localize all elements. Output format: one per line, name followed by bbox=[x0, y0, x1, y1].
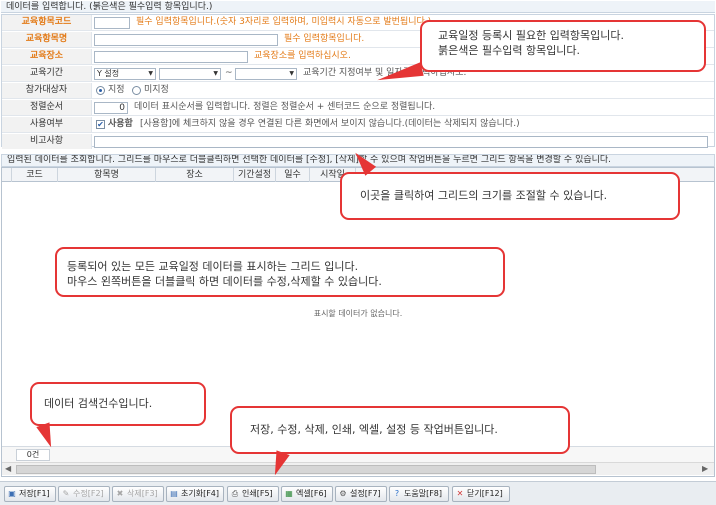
note-input[interactable] bbox=[94, 136, 708, 148]
label-note: 비고사항 bbox=[2, 134, 92, 149]
radio-unassigned-label: 미지정 bbox=[144, 85, 169, 95]
row-order: 정렬순서 0 데이터 표시순서를 입력합니다. 정렬은 정렬순서 + 센터코드 … bbox=[2, 100, 714, 116]
code-input[interactable] bbox=[94, 17, 130, 29]
callout-required-line2: 붉은색은 필수입력 항목입니다. bbox=[438, 44, 581, 57]
chevron-down-icon: ▼ bbox=[148, 70, 153, 77]
scroll-right-icon[interactable]: ▶ bbox=[702, 464, 708, 473]
hint-order: 데이터 표시순서를 입력합니다. 정렬은 정렬순서 + 센터코드 순으로 정렬됩… bbox=[134, 102, 436, 112]
callout-grid: 등록되어 있는 모든 교육일정 데이터를 표시하는 그리드 입니다. 마우스 왼… bbox=[55, 247, 505, 297]
callout-grid-line1: 등록되어 있는 모든 교육일정 데이터를 표시하는 그리드 입니다. bbox=[67, 260, 359, 273]
callout-count: 데이터 검색건수입니다. bbox=[30, 382, 206, 426]
period-start-select[interactable]: ▼ bbox=[159, 68, 221, 80]
print-button-label: 인쇄[F5] bbox=[242, 489, 273, 498]
trash-icon: ✖ bbox=[116, 489, 124, 498]
hint-place: 교육장소를 입력하십시오. bbox=[254, 51, 351, 61]
column-header-code[interactable]: 코드 bbox=[12, 168, 58, 182]
column-header-place[interactable]: 장소 bbox=[156, 168, 234, 182]
callout-buttons: 저장, 수정, 삭제, 인쇄, 엑셀, 설정 등 작업버튼입니다. bbox=[230, 406, 570, 454]
edit-button-label: 수정[F2] bbox=[73, 489, 104, 498]
pencil-icon: ✎ bbox=[62, 489, 70, 498]
scroll-left-icon[interactable]: ◀ bbox=[5, 464, 11, 473]
horizontal-scrollbar[interactable]: ◀ ▶ bbox=[2, 462, 714, 475]
label-code: 교육항목코드 bbox=[2, 15, 92, 30]
floppy-disk-icon: ▣ bbox=[8, 489, 16, 498]
grid-resize-handle[interactable] bbox=[300, 149, 314, 153]
chevron-down-icon: ▼ bbox=[213, 70, 218, 77]
period-type-value: Y 설정 bbox=[97, 69, 120, 78]
label-target: 참가대상자 bbox=[2, 83, 92, 98]
name-input[interactable] bbox=[94, 34, 278, 46]
callout-resize: 이곳을 클릭하여 그리드의 크기를 조절할 수 있습니다. bbox=[340, 172, 680, 220]
period-end-select[interactable]: ▼ bbox=[235, 68, 297, 80]
reset-button-label: 초기화[F4] bbox=[181, 489, 220, 498]
edit-button[interactable]: ✎ 수정[F2] bbox=[58, 486, 110, 502]
row-target: 참가대상자 지정 미지정 bbox=[2, 83, 714, 99]
print-button[interactable]: ⎙ 인쇄[F5] bbox=[227, 486, 279, 502]
record-count: 0건 bbox=[16, 449, 50, 461]
label-use: 사용여부 bbox=[2, 117, 92, 132]
gear-icon: ⚙ bbox=[339, 489, 347, 498]
printer-icon: ⎙ bbox=[231, 489, 239, 498]
reset-button[interactable]: ▤ 초기화[F4] bbox=[166, 486, 224, 502]
hint-use: [사용함]에 체크하지 않을 경우 연결된 다른 화면에서 보이지 않습니다.(… bbox=[140, 119, 520, 129]
row-note: 비고사항 bbox=[2, 134, 714, 150]
save-button-label: 저장[F1] bbox=[19, 489, 50, 498]
hint-name: 필수 입력항목입니다. bbox=[284, 34, 365, 44]
label-period: 교육기간 bbox=[2, 66, 92, 81]
column-header-name[interactable]: 항목명 bbox=[58, 168, 156, 182]
action-toolbar: ▣ 저장[F1] ✎ 수정[F2] ✖ 삭제[F3] ▤ 초기화[F4] ⎙ 인… bbox=[0, 481, 716, 505]
close-icon: ✕ bbox=[456, 489, 464, 498]
hint-code: 필수 입력항목입니다.(숫자 3자리로 입력하며, 미입력시 자동으로 발번됩니… bbox=[136, 17, 432, 27]
help-button[interactable]: ? 도움말[F8] bbox=[389, 486, 449, 502]
form-panel-title: 데이터를 입력합니다. (붉은색은 필수입력 항목입니다.) bbox=[1, 1, 715, 13]
place-input[interactable] bbox=[94, 51, 248, 63]
close-button-label: 닫기[F12] bbox=[467, 489, 503, 498]
excel-button[interactable]: ▦ 엑셀[F6] bbox=[281, 486, 333, 502]
callout-required: 교육일정 등록시 필요한 입력항목입니다. 붉은색은 필수입력 항목입니다. bbox=[420, 20, 706, 72]
settings-button-label: 설정[F7] bbox=[350, 489, 381, 498]
excel-button-label: 엑셀[F6] bbox=[296, 489, 327, 498]
excel-icon: ▦ bbox=[285, 489, 293, 498]
period-tilde: ~ bbox=[225, 68, 233, 78]
column-header-period[interactable]: 기간설정 bbox=[234, 168, 276, 182]
period-type-select[interactable]: Y 설정 ▼ bbox=[94, 68, 156, 80]
help-button-label: 도움말[F8] bbox=[404, 489, 443, 498]
settings-button[interactable]: ⚙ 설정[F7] bbox=[335, 486, 387, 502]
use-checkbox[interactable]: ✔ bbox=[96, 120, 105, 129]
close-button[interactable]: ✕ 닫기[F12] bbox=[452, 486, 510, 502]
save-button[interactable]: ▣ 저장[F1] bbox=[4, 486, 56, 502]
label-order: 정렬순서 bbox=[2, 100, 92, 115]
label-place: 교육장소 bbox=[2, 49, 92, 64]
label-name: 교육항목명 bbox=[2, 32, 92, 47]
delete-button-label: 삭제[F3] bbox=[127, 489, 158, 498]
column-header-days[interactable]: 일수 bbox=[276, 168, 310, 182]
grid-header-indicator bbox=[2, 168, 12, 182]
grid-empty-message: 표시할 데이터가 없습니다. bbox=[313, 309, 403, 318]
scrollbar-thumb[interactable] bbox=[16, 465, 596, 474]
chevron-down-icon: ▼ bbox=[289, 70, 294, 77]
radio-assigned-label: 지정 bbox=[108, 85, 125, 95]
radio-unassigned[interactable] bbox=[132, 86, 141, 95]
radio-assigned[interactable] bbox=[96, 86, 105, 95]
document-icon: ▤ bbox=[170, 489, 178, 498]
delete-button[interactable]: ✖ 삭제[F3] bbox=[112, 486, 164, 502]
use-checkbox-label: 사용함 bbox=[108, 119, 133, 129]
row-use: 사용여부 ✔ 사용함 [사용함]에 체크하지 않을 경우 연결된 다른 화면에서… bbox=[2, 117, 714, 133]
order-input[interactable]: 0 bbox=[94, 102, 128, 114]
callout-grid-line2: 마우스 왼쪽버튼을 더블클릭 하면 데이터를 수정,삭제할 수 있습니다. bbox=[67, 275, 382, 288]
callout-required-line1: 교육일정 등록시 필요한 입력항목입니다. bbox=[438, 29, 625, 42]
help-icon: ? bbox=[394, 489, 400, 498]
